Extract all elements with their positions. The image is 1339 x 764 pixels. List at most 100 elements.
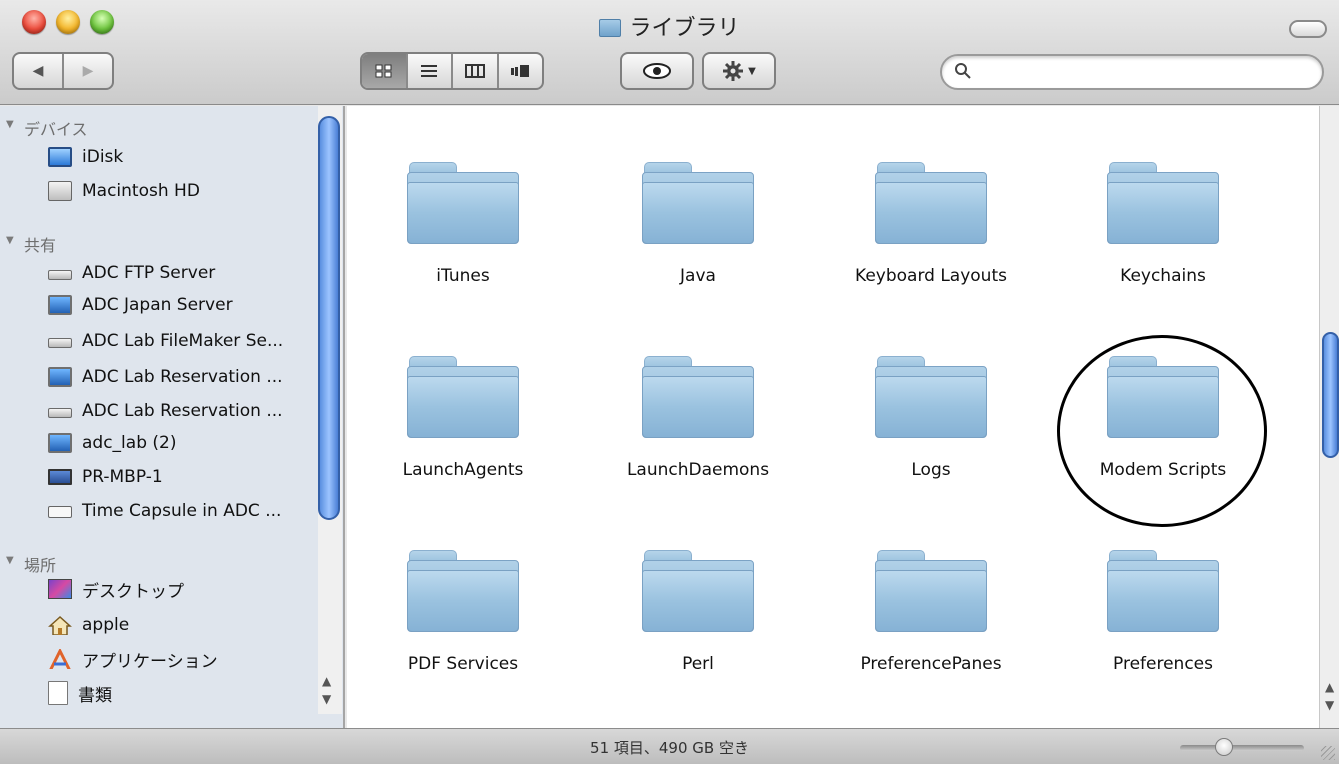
chevron-down-icon: ▼ bbox=[748, 65, 756, 77]
library-folder-icon bbox=[599, 19, 622, 37]
sidebar-item-label: ADC Lab FileMaker Se... bbox=[82, 331, 284, 351]
folder-label: LaunchDaemons bbox=[626, 460, 770, 480]
folder-label: Perl bbox=[682, 654, 714, 674]
sidebar-section-label: デバイス bbox=[24, 120, 88, 139]
window-title-bar: ライブラリ bbox=[0, 10, 1339, 42]
sidebar-item-label: Time Capsule in ADC ... bbox=[82, 501, 282, 521]
window-title: ライブラリ bbox=[629, 16, 740, 41]
scroll-down-icon[interactable]: ▼ bbox=[1325, 696, 1334, 714]
icon-size-slider[interactable] bbox=[1180, 745, 1304, 751]
sidebar: ▼ デバイス iDisk Macintosh HD ▼ 共有 ADC FTP S… bbox=[0, 106, 345, 728]
folder-logs[interactable]: Logs bbox=[831, 356, 1031, 546]
sidebar-item-time-capsule[interactable]: Time Capsule in ADC ... bbox=[48, 496, 281, 526]
sidebar-item-adc-lab-reservation-1[interactable]: ADC Lab Reservation ... bbox=[48, 362, 283, 392]
quick-look-button[interactable] bbox=[620, 52, 694, 90]
sidebar-item-adc-ftp-server[interactable]: ADC FTP Server bbox=[48, 258, 215, 288]
folder-itunes[interactable]: iTunes bbox=[363, 162, 563, 352]
sidebar-item-idisk[interactable]: iDisk bbox=[48, 142, 123, 172]
resize-grip-icon[interactable] bbox=[1321, 746, 1335, 760]
monitor-icon bbox=[48, 295, 72, 315]
folder-icon bbox=[875, 550, 987, 632]
folder-keyboard-layouts[interactable]: Keyboard Layouts bbox=[831, 162, 1031, 352]
icon-view-button[interactable] bbox=[362, 54, 406, 88]
sidebar-item-documents[interactable]: 書類 bbox=[48, 678, 112, 708]
search-field[interactable] bbox=[940, 54, 1324, 90]
disclosure-triangle-icon: ▼ bbox=[6, 119, 14, 130]
sidebar-item-adc-japan-server[interactable]: ADC Japan Server bbox=[48, 290, 233, 320]
view-mode-selector bbox=[360, 52, 544, 90]
folder-perl[interactable]: Perl bbox=[598, 550, 798, 740]
sidebar-section-shared[interactable]: ▼ 共有 bbox=[6, 232, 56, 256]
desktop-icon bbox=[48, 579, 72, 599]
scroll-up-icon[interactable]: ▲ bbox=[1325, 678, 1334, 696]
folder-label: PreferencePanes bbox=[860, 654, 1002, 674]
folder-label: Keychains bbox=[1120, 266, 1206, 286]
back-button[interactable]: ◀ bbox=[14, 54, 62, 88]
sidebar-section-places[interactable]: ▼ 場所 bbox=[6, 552, 56, 576]
sidebar-item-label: iDisk bbox=[82, 147, 124, 167]
folder-icon bbox=[642, 162, 754, 244]
folder-launchagents[interactable]: LaunchAgents bbox=[363, 356, 563, 546]
list-view-icon bbox=[421, 65, 438, 77]
folder-preferences[interactable]: Preferences bbox=[1063, 550, 1263, 740]
status-text: 51 項目、490 GB 空き bbox=[590, 739, 749, 757]
folder-preferencepanes[interactable]: PreferencePanes bbox=[831, 550, 1031, 740]
coverflow-view-button[interactable] bbox=[496, 54, 543, 88]
laptop-icon bbox=[48, 469, 72, 485]
column-view-icon bbox=[464, 64, 485, 78]
folder-java[interactable]: Java bbox=[598, 162, 798, 352]
scroll-up-icon[interactable]: ▲ bbox=[322, 672, 331, 690]
applications-icon bbox=[49, 649, 71, 669]
documents-icon bbox=[48, 681, 68, 705]
highlight-circle-annotation bbox=[1057, 335, 1267, 527]
server-icon bbox=[48, 270, 72, 280]
sidebar-item-label: ADC Lab Reservation ... bbox=[82, 367, 283, 387]
folder-keychains[interactable]: Keychains bbox=[1063, 162, 1263, 352]
scroll-down-icon[interactable]: ▼ bbox=[322, 690, 331, 708]
sidebar-item-apple-home[interactable]: apple bbox=[48, 610, 129, 640]
disclosure-triangle-icon: ▼ bbox=[6, 235, 14, 246]
content-scroll-arrows: ▲ ▼ bbox=[1325, 678, 1334, 714]
search-input[interactable] bbox=[982, 62, 1302, 84]
sidebar-item-label: ADC Japan Server bbox=[82, 295, 233, 315]
eye-icon bbox=[643, 63, 671, 79]
home-icon bbox=[48, 615, 72, 635]
folder-icon bbox=[642, 550, 754, 632]
idisk-icon bbox=[48, 147, 72, 167]
finder-window: ライブラリ ◀ ▶ ▼ ▼ デバイス iDisk Macintosh HD ▼ … bbox=[0, 0, 1339, 764]
status-bar: 51 項目、490 GB 空き bbox=[0, 728, 1339, 764]
sidebar-item-label: Macintosh HD bbox=[82, 181, 200, 201]
sidebar-scroll-arrows: ▲ ▼ bbox=[322, 672, 331, 708]
folder-launchdaemons[interactable]: LaunchDaemons bbox=[598, 356, 798, 546]
content-scrollbar-thumb[interactable] bbox=[1322, 332, 1339, 458]
sidebar-item-adc-lab-filemaker[interactable]: ADC Lab FileMaker Se... bbox=[48, 326, 283, 356]
toolbar-toggle-button[interactable] bbox=[1289, 20, 1327, 38]
sidebar-scrollbar-thumb[interactable] bbox=[318, 116, 340, 520]
list-view-button[interactable] bbox=[405, 54, 452, 88]
action-menu-button[interactable]: ▼ bbox=[702, 52, 776, 90]
forward-button[interactable]: ▶ bbox=[62, 54, 112, 88]
sidebar-item-label: ADC Lab Reservation ... bbox=[82, 401, 283, 421]
disclosure-triangle-icon: ▼ bbox=[6, 555, 14, 566]
gear-icon bbox=[723, 61, 744, 81]
column-view-button[interactable] bbox=[451, 54, 497, 88]
folder-label: Logs bbox=[911, 460, 951, 480]
coverflow-view-icon bbox=[511, 65, 530, 77]
sidebar-item-desktop[interactable]: デスクトップ bbox=[48, 574, 184, 604]
sidebar-item-applications[interactable]: アプリケーション bbox=[48, 644, 218, 674]
sidebar-item-macintosh-hd[interactable]: Macintosh HD bbox=[48, 176, 200, 206]
sidebar-item-label: ADC FTP Server bbox=[82, 263, 216, 283]
sidebar-section-devices[interactable]: ▼ デバイス bbox=[6, 116, 88, 140]
sidebar-item-pr-mbp-1[interactable]: PR-MBP-1 bbox=[48, 462, 163, 492]
folder-icon bbox=[875, 162, 987, 244]
sidebar-item-label: アプリケーション bbox=[82, 651, 218, 672]
sidebar-item-adc-lab-reservation-2[interactable]: ADC Lab Reservation ... bbox=[48, 396, 283, 426]
folder-pdf-services[interactable]: PDF Services bbox=[363, 550, 563, 740]
folder-icon bbox=[1107, 162, 1219, 244]
icon-size-slider-knob[interactable] bbox=[1215, 738, 1233, 756]
folder-icon bbox=[1107, 550, 1219, 632]
icon-view-icon bbox=[375, 64, 392, 78]
hard-drive-icon bbox=[48, 181, 72, 201]
sidebar-item-adc-lab-2[interactable]: adc_lab (2) bbox=[48, 428, 176, 458]
folder-label: Java bbox=[680, 266, 716, 286]
